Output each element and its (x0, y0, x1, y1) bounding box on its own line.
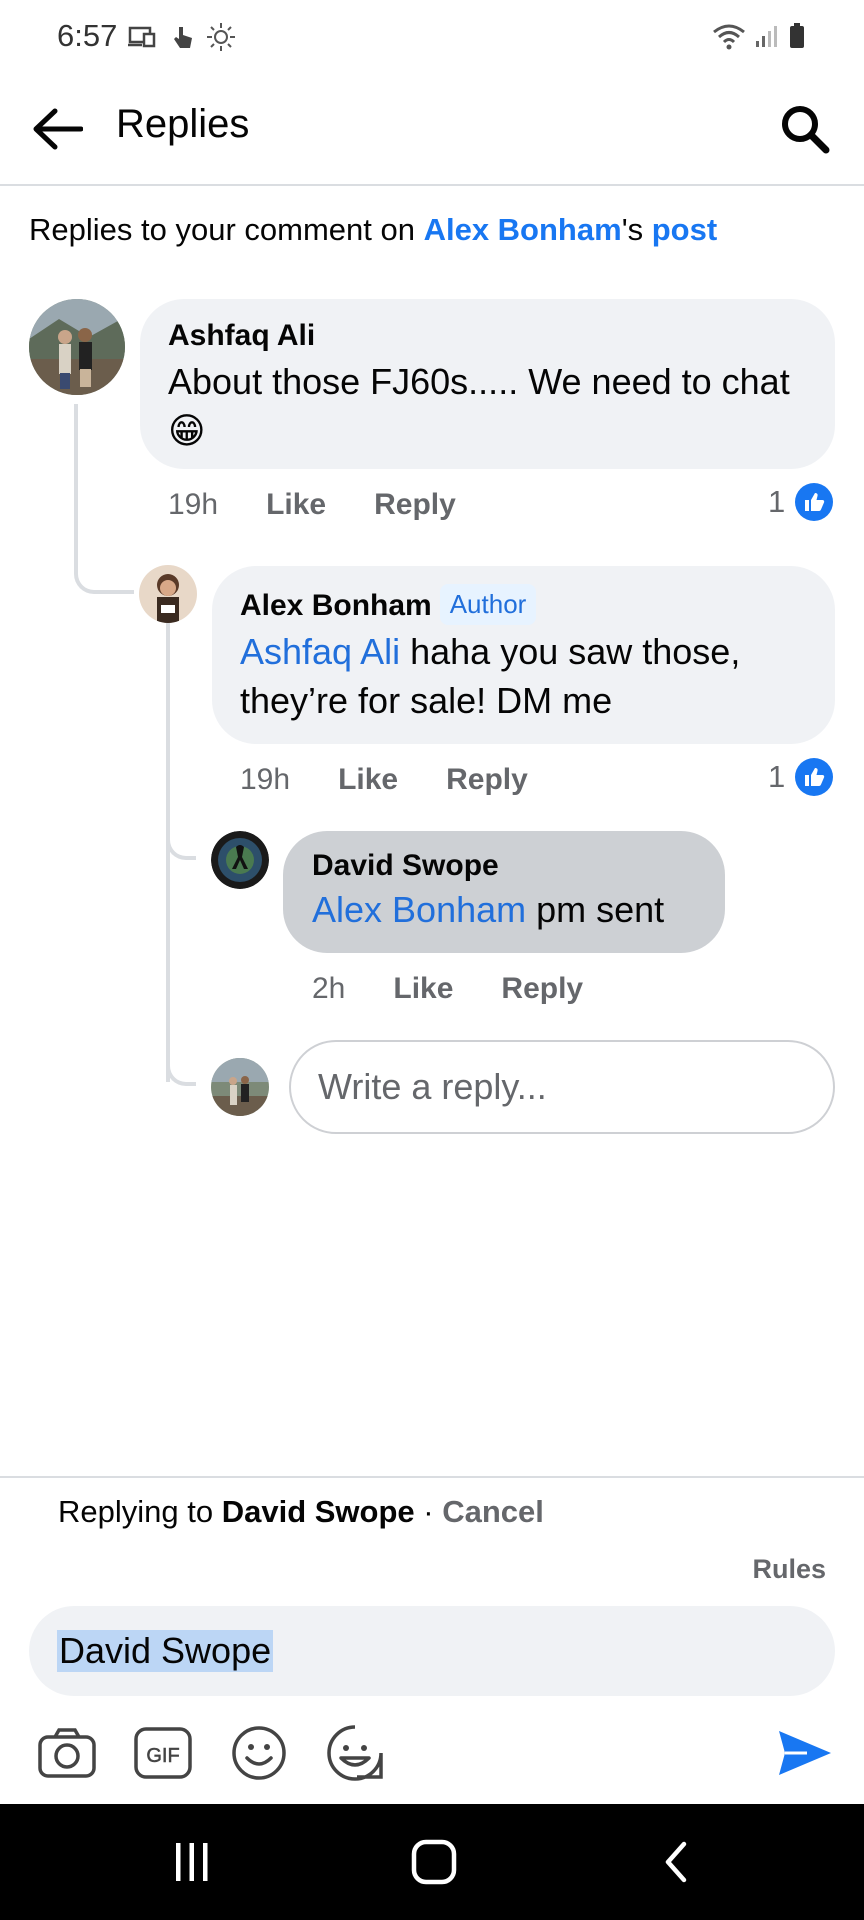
gif-icon: GIF (134, 1727, 192, 1779)
comment-text: About those FJ60s..... We need to chat 😁 (168, 357, 807, 455)
app-header: Replies (0, 76, 864, 186)
comment-time: 19h (168, 488, 219, 521)
comment-text: Ashfaq Ali haha you saw those, they’re f… (240, 627, 807, 725)
recent-apps-button[interactable] (157, 1832, 227, 1892)
wifi-icon (712, 22, 746, 55)
comment-actions: 2h Like Reply (312, 972, 583, 1006)
comment-body: pm sent (526, 889, 665, 930)
mention-link[interactable]: Ashfaq Ali (240, 631, 400, 672)
rules-link[interactable]: Rules (752, 1554, 826, 1585)
camera-button[interactable] (34, 1720, 100, 1786)
context-possessive: 's (621, 212, 652, 247)
reply-button[interactable]: Reply (374, 488, 456, 522)
like-button[interactable]: Like (338, 763, 398, 797)
reply-button[interactable]: Reply (446, 763, 528, 797)
comment-time: 19h (240, 763, 291, 796)
reaction-count[interactable]: 1 (768, 483, 834, 521)
send-button[interactable] (774, 1722, 836, 1784)
comment-actions: 19h Like Reply (168, 488, 456, 522)
status-icons-right (712, 22, 806, 55)
reply-placeholder: Write a reply... (318, 1066, 547, 1107)
composer: Replying to David Swope · Cancel Rules D… (0, 1476, 864, 1804)
reply-button[interactable]: Reply (501, 972, 583, 1006)
touch-icon (170, 23, 194, 56)
back-nav-button[interactable] (641, 1832, 711, 1892)
separator: · (414, 1494, 443, 1529)
comment-bubble[interactable]: Ashfaq Ali About those FJ60s..... We nee… (140, 299, 835, 469)
arrow-left-icon (33, 108, 83, 150)
emoji-icon (232, 1726, 286, 1780)
back-button[interactable] (28, 102, 86, 156)
context-prefix: Replies to your comment on (29, 212, 424, 247)
screen-cast-icon (128, 25, 158, 54)
replying-name: David Swope (221, 1494, 415, 1529)
like-button[interactable]: Like (266, 488, 326, 522)
comment-body: About those FJ60s..... We need to chat (168, 361, 790, 402)
write-reply-input[interactable]: Write a reply... (289, 1040, 835, 1134)
grin-emoji: 😁 (168, 410, 206, 451)
signal-icon (754, 23, 780, 54)
comment-bubble-highlighted[interactable]: David Swope Alex Bonham pm sent (283, 831, 725, 953)
like-button[interactable]: Like (393, 972, 453, 1006)
sticker-button[interactable] (322, 1720, 388, 1786)
home-icon (411, 1839, 457, 1885)
status-bar: 6:57 (0, 0, 864, 76)
author-badge: Author (439, 584, 537, 625)
comment-author[interactable]: Alex Bonham (240, 589, 432, 622)
gif-button[interactable]: GIF (130, 1720, 196, 1786)
comment-author[interactable]: Ashfaq Ali (168, 319, 807, 353)
search-icon (782, 106, 830, 154)
home-button[interactable] (399, 1832, 469, 1892)
thread-line (74, 404, 134, 594)
thumbs-up-icon (795, 483, 834, 521)
camera-icon (38, 1728, 96, 1778)
avatar[interactable] (139, 565, 197, 623)
cancel-button[interactable]: Cancel (442, 1494, 544, 1529)
post-author-link[interactable]: Alex Bonham (424, 212, 622, 247)
replying-to: Replying to David Swope · Cancel (58, 1494, 544, 1530)
avatar[interactable] (29, 299, 125, 395)
comment-time: 2h (312, 972, 346, 1005)
thread-line (166, 1040, 196, 1086)
comment-input-value: David Swope (57, 1630, 274, 1672)
comment-text: Alex Bonham pm sent (312, 885, 696, 934)
recent-apps-icon (176, 1843, 208, 1881)
page-title: Replies (116, 102, 250, 146)
sun-icon (206, 22, 236, 57)
replying-prefix: Replying to (58, 1494, 222, 1529)
comment-actions: 19h Like Reply (240, 763, 528, 797)
send-icon (779, 1731, 831, 1775)
like-count: 1 (768, 759, 786, 794)
comment-bubble[interactable]: Alex Bonham Author Ashfaq Ali haha you sa… (212, 566, 835, 744)
battery-icon (788, 22, 806, 55)
thumbs-up-icon (795, 758, 834, 796)
emoji-button[interactable] (226, 1720, 292, 1786)
search-button[interactable] (774, 98, 836, 160)
reaction-count[interactable]: 1 (768, 758, 834, 796)
sticker-icon (327, 1725, 383, 1781)
comment-input[interactable]: David Swope (29, 1606, 835, 1696)
comment-author-row: Alex Bonham Author (240, 584, 807, 625)
like-count: 1 (768, 484, 786, 519)
context-line: Replies to your comment on Alex Bonham's… (29, 212, 717, 248)
mention-link[interactable]: Alex Bonham (312, 889, 526, 930)
status-time: 6:57 (57, 18, 118, 53)
thread-line (166, 820, 196, 860)
comment-author[interactable]: David Swope (312, 849, 696, 883)
status-icons-left (128, 22, 236, 57)
post-link[interactable]: post (652, 212, 717, 247)
svg-text:GIF: GIF (146, 1745, 179, 1767)
system-nav-bar (0, 1804, 864, 1920)
avatar[interactable] (211, 831, 269, 889)
back-icon (665, 1841, 687, 1883)
avatar (211, 1058, 269, 1116)
